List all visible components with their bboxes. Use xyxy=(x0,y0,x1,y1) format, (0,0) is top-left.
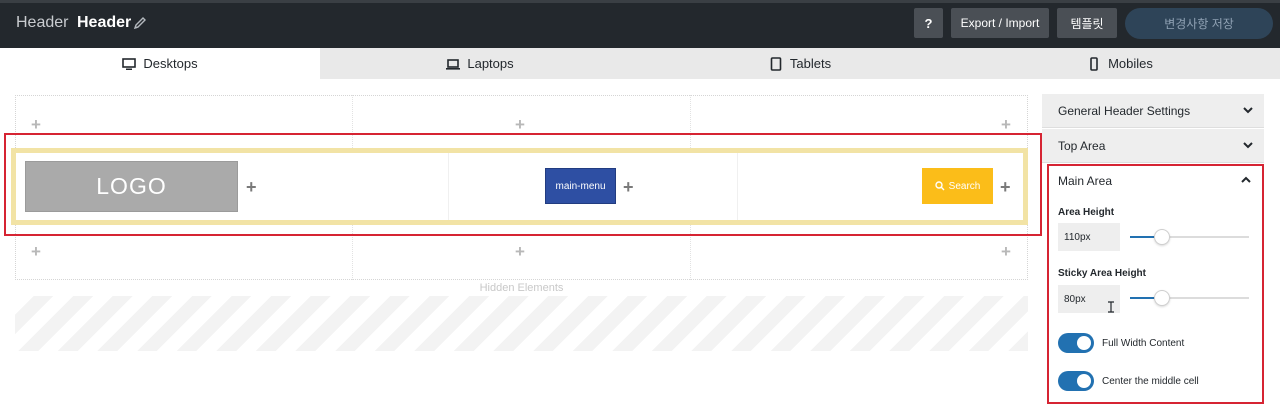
text-cursor-icon xyxy=(1108,301,1114,313)
accordion-label: Top Area xyxy=(1058,138,1106,153)
tablet-icon xyxy=(770,56,782,71)
add-element-icon[interactable]: + xyxy=(31,116,41,133)
full-width-content-toggle[interactable] xyxy=(1058,333,1094,353)
laptop-icon xyxy=(446,58,461,70)
main-area-highlight xyxy=(4,133,1042,236)
full-width-content-label: Full Width Content xyxy=(1102,338,1185,349)
sticky-area-height-slider[interactable] xyxy=(1130,297,1249,299)
main-area-settings xyxy=(1047,164,1264,404)
center-middle-cell-toggle[interactable] xyxy=(1058,371,1094,391)
tab-label: Desktops xyxy=(143,56,198,71)
page-title: Header xyxy=(77,14,132,31)
area-height-label: Area Height xyxy=(1058,207,1115,218)
top-area-toggle[interactable]: Top Area xyxy=(1042,129,1264,163)
tab-desktops[interactable]: Desktops xyxy=(0,48,320,79)
add-element-icon[interactable]: + xyxy=(1001,116,1011,133)
device-tabs: Desktops Laptops Tablets Mobiles xyxy=(0,48,1280,79)
center-middle-cell-label: Center the middle cell xyxy=(1102,376,1199,387)
sticky-area-height-label: Sticky Area Height xyxy=(1058,268,1146,279)
main-area-toggle[interactable]: Main Area xyxy=(1058,174,1112,188)
accordion-label: General Header Settings xyxy=(1058,103,1191,118)
desktop-icon xyxy=(122,57,137,70)
toggle-knob xyxy=(1077,374,1091,388)
tab-label: Mobiles xyxy=(1108,56,1153,71)
general-header-settings-toggle[interactable]: General Header Settings xyxy=(1042,94,1264,128)
tab-laptops[interactable]: Laptops xyxy=(320,48,640,79)
chevron-down-icon xyxy=(1243,107,1253,114)
toggle-knob xyxy=(1077,336,1091,350)
mobile-icon xyxy=(1090,56,1098,71)
chevron-down-icon xyxy=(1243,142,1253,149)
area-height-slider[interactable] xyxy=(1130,236,1249,238)
pencil-icon[interactable] xyxy=(133,15,147,31)
tab-mobiles[interactable]: Mobiles xyxy=(960,48,1280,79)
hidden-elements-dropzone[interactable] xyxy=(15,296,1028,351)
export-import-button[interactable]: Export / Import xyxy=(951,8,1049,38)
chevron-up-icon[interactable] xyxy=(1240,174,1252,186)
breadcrumb[interactable]: Header xyxy=(16,14,68,32)
hidden-elements-label: Hidden Elements xyxy=(479,282,564,294)
add-element-icon[interactable]: + xyxy=(1001,243,1011,260)
sticky-area-height-slider-handle[interactable] xyxy=(1154,290,1171,306)
tab-tablets[interactable]: Tablets xyxy=(640,48,960,79)
help-button[interactable]: ? xyxy=(914,8,943,38)
templates-button[interactable]: 템플릿 xyxy=(1057,8,1117,38)
add-element-icon[interactable]: + xyxy=(515,243,525,260)
add-element-icon[interactable]: + xyxy=(515,116,525,133)
area-height-input[interactable]: 110px xyxy=(1058,223,1120,251)
add-element-icon[interactable]: + xyxy=(31,243,41,260)
tab-label: Tablets xyxy=(789,56,832,71)
area-height-slider-handle[interactable] xyxy=(1154,229,1171,245)
save-changes-button[interactable]: 변경사항 저장 xyxy=(1125,8,1273,39)
tab-label: Laptops xyxy=(467,56,514,71)
